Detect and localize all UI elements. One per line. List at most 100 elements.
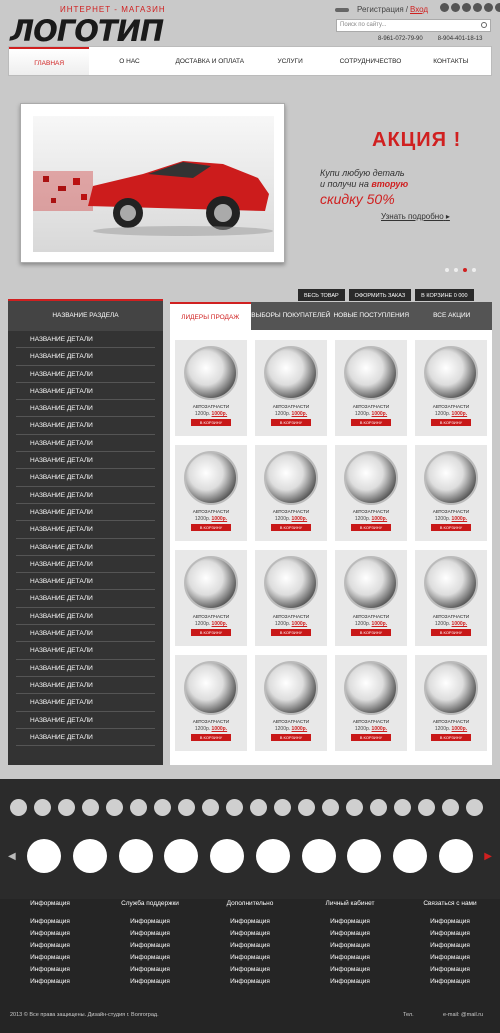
product-card[interactable]: АВТОЗАПЧАСТИ 1200р. 1000р. В КОРЗИНУ (175, 655, 247, 751)
product-card[interactable]: АВТОЗАПЧАСТИ 1200р. 1000р. В КОРЗИНУ (175, 550, 247, 646)
brand-logo-icon[interactable] (466, 799, 483, 816)
learn-more-link[interactable]: Узнать подробно ▸ (381, 212, 450, 221)
brand-logo-icon[interactable] (250, 799, 267, 816)
nav-cooperation[interactable]: СОТРУДНИЧЕСТВО (330, 47, 410, 75)
product-card[interactable]: АВТОЗАПЧАСТИ 1200р. 1000р. В КОРЗИНУ (415, 445, 487, 541)
footer-link[interactable]: Информация (400, 930, 500, 942)
tab-customer-choice[interactable]: ВЫБОРЫ ПОКУПАТЕЛЕЙ (251, 302, 332, 330)
brand-logo-icon[interactable] (130, 799, 147, 816)
sidebar-item[interactable]: НАЗВАНИЕ ДЕТАЛИ (16, 694, 155, 712)
nav-delivery[interactable]: ДОСТАВКА И ОПЛАТА (170, 47, 250, 75)
add-to-cart-button[interactable]: В КОРЗИНУ (191, 419, 231, 426)
sidebar-item[interactable]: НАЗВАНИЕ ДЕТАЛИ (16, 539, 155, 556)
add-to-cart-button[interactable]: В КОРЗИНУ (431, 524, 471, 531)
product-image[interactable] (264, 451, 318, 505)
product-image[interactable] (344, 661, 398, 715)
nav-contacts[interactable]: КОНТАКТЫ (411, 47, 491, 75)
sidebar-item[interactable]: НАЗВАНИЕ ДЕТАЛИ (16, 435, 155, 453)
sidebar-item[interactable]: НАЗВАНИЕ ДЕТАЛИ (16, 712, 155, 729)
sidebar-item[interactable]: НАЗВАНИЕ ДЕТАЛИ (16, 452, 155, 470)
product-name[interactable]: АВТОЗАПЧАСТИ (415, 614, 487, 619)
brand-logo-icon[interactable] (274, 799, 291, 816)
nav-about[interactable]: О НАС (89, 47, 169, 75)
footer-link[interactable]: Информация (300, 918, 400, 930)
slider-dot-active[interactable] (463, 268, 467, 272)
product-name[interactable]: АВТОЗАПЧАСТИ (415, 509, 487, 514)
add-to-cart-button[interactable]: В КОРЗИНУ (431, 419, 471, 426)
footer-link[interactable]: Информация (400, 954, 500, 966)
product-name[interactable]: АВТОЗАПЧАСТИ (175, 719, 247, 724)
add-to-cart-button[interactable]: В КОРЗИНУ (351, 524, 391, 531)
product-image[interactable] (184, 661, 238, 715)
checkout-button[interactable]: ОФОРМИТЬ ЗАКАЗ (348, 289, 412, 301)
footer-email[interactable]: e-mail: @mail.ru (443, 1012, 483, 1018)
product-name[interactable]: АВТОЗАПЧАСТИ (255, 509, 327, 514)
partner-logo[interactable] (73, 839, 108, 873)
product-card[interactable]: АВТОЗАПЧАСТИ 1200р. 1000р. В КОРЗИНУ (415, 340, 487, 436)
social-icon[interactable] (495, 3, 500, 12)
add-to-cart-button[interactable]: В КОРЗИНУ (351, 419, 391, 426)
product-name[interactable]: АВТОЗАПЧАСТИ (255, 614, 327, 619)
footer-link[interactable]: Информация (300, 930, 400, 942)
arrow-left-icon[interactable]: ◀ (8, 851, 16, 862)
footer-link[interactable]: Информация (200, 918, 300, 930)
sidebar-item[interactable]: НАЗВАНИЕ ДЕТАЛИ (16, 556, 155, 574)
banner[interactable] (20, 103, 285, 263)
partner-logo[interactable] (392, 839, 427, 873)
partner-logo[interactable] (210, 839, 245, 873)
login-link[interactable]: Вход (410, 5, 428, 14)
product-image[interactable] (424, 346, 478, 400)
sidebar-item[interactable]: НАЗВАНИЕ ДЕТАЛИ (16, 417, 155, 435)
footer-link[interactable]: Информация (400, 942, 500, 954)
product-image[interactable] (424, 556, 478, 610)
sidebar-item[interactable]: НАЗВАНИЕ ДЕТАЛИ (16, 400, 155, 418)
footer-link[interactable]: Информация (100, 978, 200, 990)
product-name[interactable]: АВТОЗАПЧАСТИ (255, 404, 327, 409)
partner-logo[interactable] (255, 839, 290, 873)
add-to-cart-button[interactable]: В КОРЗИНУ (271, 629, 311, 636)
brand-logo-icon[interactable] (106, 799, 123, 816)
nav-home[interactable]: ГЛАВНАЯ (9, 47, 90, 75)
sidebar-item[interactable]: НАЗВАНИЕ ДЕТАЛИ (16, 366, 155, 383)
footer-link[interactable]: Информация (200, 966, 300, 978)
sidebar-item[interactable]: НАЗВАНИЕ ДЕТАЛИ (16, 625, 155, 643)
product-image[interactable] (184, 451, 238, 505)
footer-link[interactable]: Информация (0, 966, 100, 978)
brand-logo-icon[interactable] (394, 799, 411, 816)
brand-logo-icon[interactable] (34, 799, 51, 816)
product-name[interactable]: АВТОЗАПЧАСТИ (335, 719, 407, 724)
slider-dot[interactable] (454, 268, 458, 272)
footer-link[interactable]: Информация (0, 918, 100, 930)
footer-link[interactable]: Информация (300, 966, 400, 978)
partner-logo[interactable] (27, 839, 62, 873)
footer-link[interactable]: Информация (0, 954, 100, 966)
sidebar-item[interactable]: НАЗВАНИЕ ДЕТАЛИ (16, 573, 155, 591)
product-image[interactable] (344, 556, 398, 610)
product-name[interactable]: АВТОЗАПЧАСТИ (175, 614, 247, 619)
add-to-cart-button[interactable]: В КОРЗИНУ (271, 734, 311, 741)
footer-link[interactable]: Информация (0, 942, 100, 954)
sidebar-item[interactable]: НАЗВАНИЕ ДЕТАЛИ (16, 729, 155, 747)
partner-logo[interactable] (347, 839, 382, 873)
nav-services[interactable]: УСЛУГИ (250, 47, 330, 75)
brand-logo-icon[interactable] (346, 799, 363, 816)
footer-link[interactable]: Информация (100, 930, 200, 942)
all-products-button[interactable]: ВЕСЬ ТОВАР (298, 289, 345, 301)
add-to-cart-button[interactable]: В КОРЗИНУ (191, 734, 231, 741)
product-image[interactable] (264, 661, 318, 715)
register-link[interactable]: Регистрация (357, 5, 404, 14)
brand-logo-icon[interactable] (154, 799, 171, 816)
product-card[interactable]: АВТОЗАПЧАСТИ 1200р. 1000р. В КОРЗИНУ (415, 655, 487, 751)
product-card[interactable]: АВТОЗАПЧАСТИ 1200р. 1000р. В КОРЗИНУ (335, 655, 407, 751)
footer-link[interactable]: Информация (100, 966, 200, 978)
product-card[interactable]: АВТОЗАПЧАСТИ 1200р. 1000р. В КОРЗИНУ (255, 550, 327, 646)
footer-link[interactable]: Информация (200, 978, 300, 990)
sidebar-item[interactable]: НАЗВАНИЕ ДЕТАЛИ (16, 504, 155, 522)
social-icon[interactable] (451, 3, 460, 12)
product-card[interactable]: АВТОЗАПЧАСТИ 1200р. 1000р. В КОРЗИНУ (255, 445, 327, 541)
search-icon[interactable] (481, 22, 487, 28)
footer-link[interactable]: Информация (300, 942, 400, 954)
footer-link[interactable]: Информация (100, 954, 200, 966)
product-name[interactable]: АВТОЗАПЧАСТИ (175, 404, 247, 409)
footer-link[interactable]: Информация (400, 918, 500, 930)
